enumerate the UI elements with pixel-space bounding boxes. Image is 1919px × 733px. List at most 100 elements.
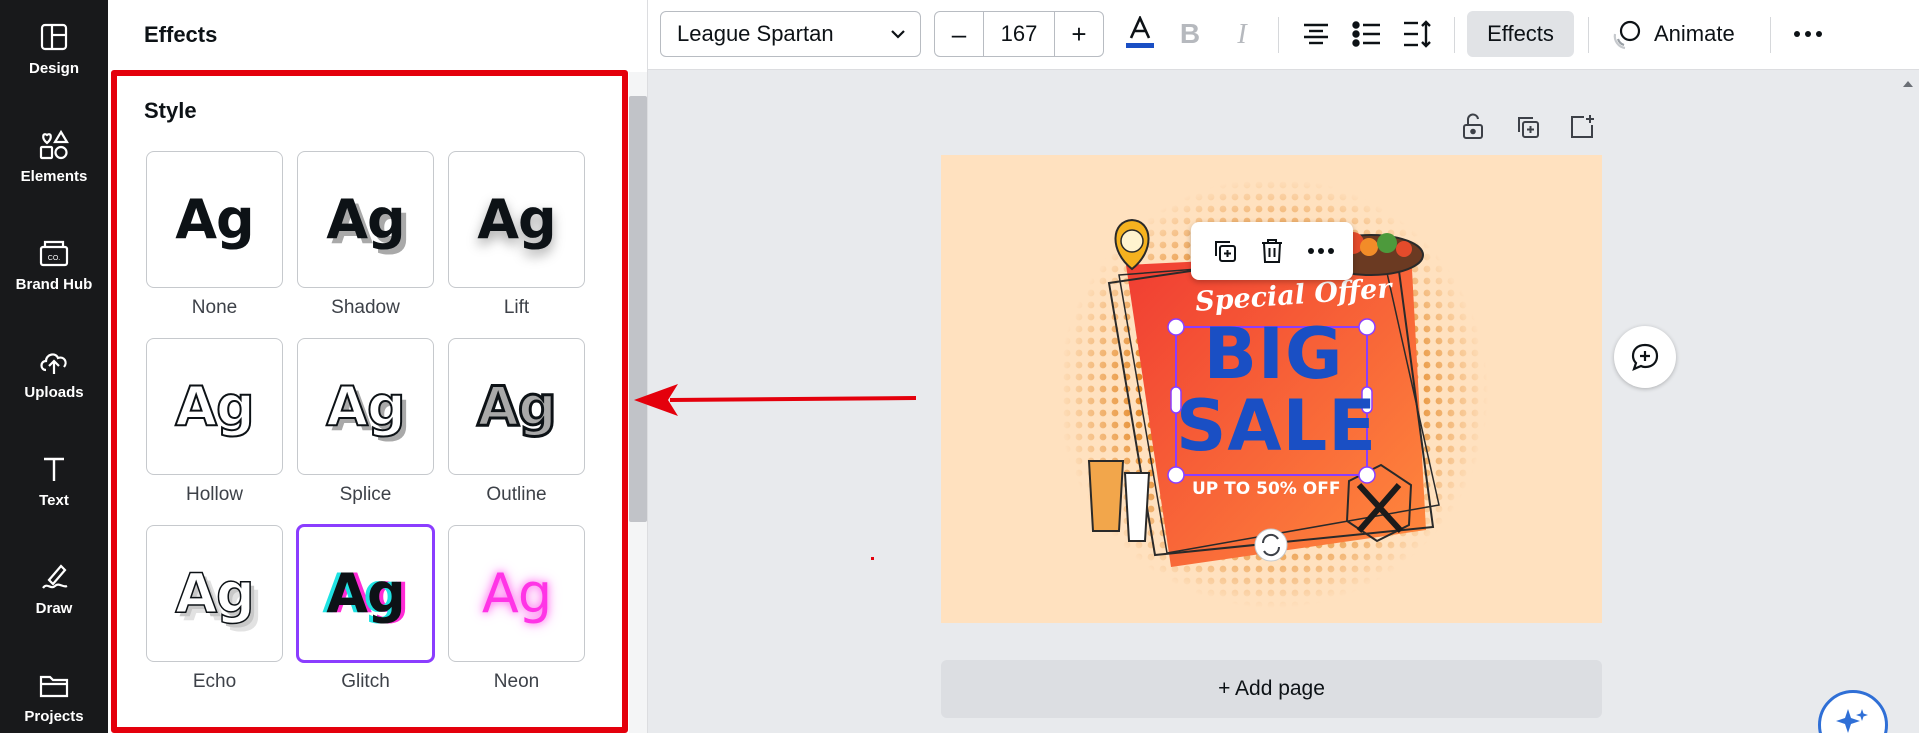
magic-assistant-button[interactable] [1818,690,1888,733]
add-page-icon [1571,115,1594,138]
element-more-button[interactable] [1301,231,1341,271]
line-spacing-icon [1404,20,1431,48]
list-button[interactable] [1347,14,1387,54]
animate-label: Animate [1654,21,1735,46]
toolbar-divider [1770,17,1771,53]
red-dot-mark [871,557,874,560]
svg-text:I: I [1236,20,1248,48]
bold-icon: B [1180,20,1200,48]
style-sample-neon: Ag [481,561,552,625]
rail-item-text[interactable]: Text [0,432,108,532]
style-tile-none[interactable]: Ag [146,151,283,288]
style-tile-echo[interactable]: Ag [146,525,283,662]
rotate-handle[interactable] [1254,528,1288,562]
rail-item-elements[interactable]: Elements [0,108,108,208]
rail-item-design[interactable]: Design [0,0,108,100]
trash-icon [1262,239,1282,263]
style-sample-none: Ag [175,187,254,251]
add-page-icon-button[interactable] [1565,110,1599,144]
rail-label-brand-hub: Brand Hub [15,276,93,293]
style-sample-lift: Ag [477,187,556,251]
red-arrow-annotation [634,384,917,416]
duplicate-element-button[interactable] [1205,231,1245,271]
more-horizontal-icon [1794,31,1822,37]
italic-icon: I [1236,20,1248,48]
rail-item-uploads[interactable]: Uploads [0,324,108,424]
headline-line-1: BIG [1203,313,1344,395]
design-icon [40,23,68,51]
text-icon [44,457,64,481]
rail-label-draw: Draw [35,600,73,617]
scroll-up-arrow-icon[interactable] [1900,76,1916,92]
svg-text:CO.: CO. [48,255,61,262]
delete-element-button[interactable] [1252,231,1292,271]
style-label-neon: Neon [493,671,540,692]
elements-icon [39,129,69,160]
discount-text[interactable]: UP TO 50% OFF [1192,479,1340,499]
italic-button[interactable]: I [1222,14,1262,54]
animate-button[interactable]: Animate [1606,11,1770,57]
effects-button[interactable]: Effects [1467,11,1574,57]
style-tile-lift[interactable]: Ag [448,151,585,288]
duplicate-icon [1215,241,1236,262]
style-label-shadow: Shadow [331,297,400,318]
bold-button[interactable]: B [1170,14,1210,54]
more-options-button[interactable] [1788,14,1828,54]
decrease-font-size-button[interactable]: – [935,12,983,56]
duplicate-page-button[interactable] [1511,110,1545,144]
add-comment-button[interactable] [1614,326,1676,388]
comment-add-icon [1631,343,1659,371]
toolbar-divider [1278,17,1279,53]
draw-icon [42,564,68,589]
lock-open-icon [1463,113,1483,139]
headline-text[interactable]: BIG SALE [1176,313,1378,467]
style-sample-hollow: Ag [174,374,255,438]
style-tile-glitch[interactable]: Ag [296,524,435,663]
drink-cups-illustration [1087,460,1151,542]
text-color-button[interactable] [1120,14,1160,54]
style-tile-outline[interactable]: Ag [448,338,585,475]
rail-label-projects: Projects [24,708,84,725]
chevron-down-icon [891,30,905,39]
sparkle-icon [1836,709,1868,733]
font-size-input[interactable]: 167 [983,12,1055,56]
font-family-dropdown[interactable]: League Spartan [660,11,921,57]
style-tile-neon[interactable]: Ag [448,525,585,662]
style-tile-shadow[interactable]: Ag [297,151,434,288]
font-size-stepper: – 167 + [934,11,1104,57]
panel-scrollbar-thumb[interactable] [629,96,647,522]
rail-label-elements: Elements [20,168,88,185]
headline-line-2: SALE [1176,385,1378,467]
rail-item-draw[interactable]: Draw [0,540,108,640]
brand-hub-icon: CO. [39,240,69,267]
spacing-button[interactable] [1398,14,1438,54]
style-tile-hollow[interactable]: Ag [146,338,283,475]
style-label-hollow: Hollow [185,484,244,505]
toolbar-divider [1588,17,1589,53]
align-button[interactable] [1296,14,1336,54]
rail-item-projects[interactable]: Projects [0,648,108,733]
style-tile-splice[interactable]: Ag [297,338,434,475]
canva-editor: Design Elements CO. Brand Hub Uploads Te… [0,0,1919,733]
style-label-outline: Outline [486,484,547,505]
style-sample-outline: Ag [476,374,558,438]
element-context-menu [1191,222,1353,280]
font-family-value: League Spartan [677,21,834,46]
more-horizontal-icon [1308,248,1334,254]
uploads-icon [40,353,67,374]
rail-item-brand-hub[interactable]: CO. Brand Hub [0,216,108,316]
rail-label-design: Design [28,60,79,77]
add-page-button[interactable]: + Add page [941,660,1602,718]
increase-font-size-button[interactable]: + [1055,12,1103,56]
style-label-lift: Lift [503,297,530,318]
rail-label-uploads: Uploads [24,384,84,401]
svg-text:B: B [1180,20,1200,48]
lock-page-button[interactable] [1456,110,1490,144]
style-sample-splice: Ag [325,374,406,438]
style-label-none: None [191,297,238,318]
style-section-heading: Style [144,98,197,123]
projects-icon [39,675,69,698]
panel-title: Effects [144,22,218,47]
style-sample-echo: Ag [175,561,256,625]
duplicate-icon [1518,117,1539,138]
